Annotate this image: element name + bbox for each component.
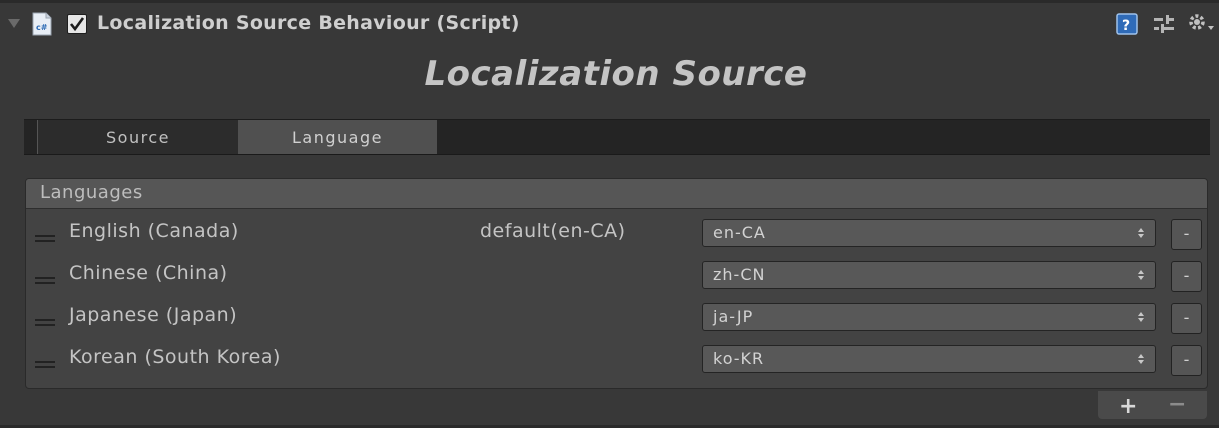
tab-language[interactable]: Language bbox=[238, 120, 437, 154]
dropdown-value: ko-KR bbox=[713, 349, 765, 368]
add-item-button[interactable]: + bbox=[1119, 394, 1137, 419]
list-item: English (Canada) default(en-CA) en-CA - bbox=[26, 211, 1207, 253]
dropdown-arrows-icon bbox=[1138, 354, 1144, 364]
drag-handle-icon[interactable] bbox=[35, 319, 55, 327]
drag-handle-icon[interactable] bbox=[35, 361, 55, 369]
svg-text:?: ? bbox=[1122, 18, 1130, 34]
list-footer: + − bbox=[1098, 391, 1207, 419]
dropdown-value: en-CA bbox=[713, 223, 766, 242]
remove-language-button[interactable]: - bbox=[1171, 345, 1202, 376]
drag-handle-icon[interactable] bbox=[35, 235, 55, 243]
list-header-label: Languages bbox=[40, 182, 143, 203]
dropdown-arrows-icon bbox=[1138, 228, 1144, 238]
list-header: Languages bbox=[26, 179, 1207, 209]
drag-handle-icon[interactable] bbox=[35, 277, 55, 285]
language-code-dropdown[interactable]: en-CA bbox=[702, 219, 1156, 247]
remove-item-button[interactable]: − bbox=[1168, 392, 1186, 417]
language-code-dropdown[interactable]: zh-CN bbox=[702, 261, 1156, 289]
list-item: Chinese (China) zh-CN - bbox=[26, 253, 1207, 295]
remove-language-button[interactable]: - bbox=[1171, 219, 1202, 250]
default-label: default(en-CA) bbox=[480, 220, 626, 242]
language-name: Chinese (China) bbox=[69, 262, 228, 284]
language-name: Japanese (Japan) bbox=[69, 304, 238, 326]
foldout-arrow-icon[interactable] bbox=[8, 19, 20, 28]
tab-bar: Source Language bbox=[24, 119, 1210, 155]
dropdown-arrows-icon bbox=[1138, 312, 1144, 322]
page-title: Localization Source bbox=[424, 54, 808, 94]
language-code-dropdown[interactable]: ko-KR bbox=[702, 345, 1156, 373]
svg-text:c#: c# bbox=[36, 23, 48, 32]
remove-language-button[interactable]: - bbox=[1171, 303, 1202, 334]
gear-icon[interactable] bbox=[1186, 11, 1216, 37]
language-name: English (Canada) bbox=[69, 220, 239, 242]
enabled-checkbox[interactable] bbox=[67, 14, 87, 34]
preset-icon[interactable] bbox=[1152, 13, 1176, 37]
dropdown-value: ja-JP bbox=[713, 307, 754, 326]
list-item: Korean (South Korea) ko-KR - bbox=[26, 337, 1207, 379]
remove-language-button[interactable]: - bbox=[1171, 261, 1202, 292]
component-title: Localization Source Behaviour (Script) bbox=[97, 12, 520, 34]
cs-script-icon: c# bbox=[32, 12, 52, 36]
dropdown-value: zh-CN bbox=[713, 265, 766, 284]
help-icon[interactable]: ? bbox=[1116, 13, 1138, 35]
language-code-dropdown[interactable]: ja-JP bbox=[702, 303, 1156, 331]
dropdown-arrows-icon bbox=[1138, 270, 1144, 280]
languages-list: Languages English (Canada) default(en-CA… bbox=[25, 178, 1208, 389]
list-item: Japanese (Japan) ja-JP - bbox=[26, 295, 1207, 337]
language-name: Korean (South Korea) bbox=[69, 346, 281, 368]
tab-source[interactable]: Source bbox=[38, 120, 238, 154]
component-header: c# Localization Source Behaviour (Script… bbox=[0, 3, 1219, 43]
